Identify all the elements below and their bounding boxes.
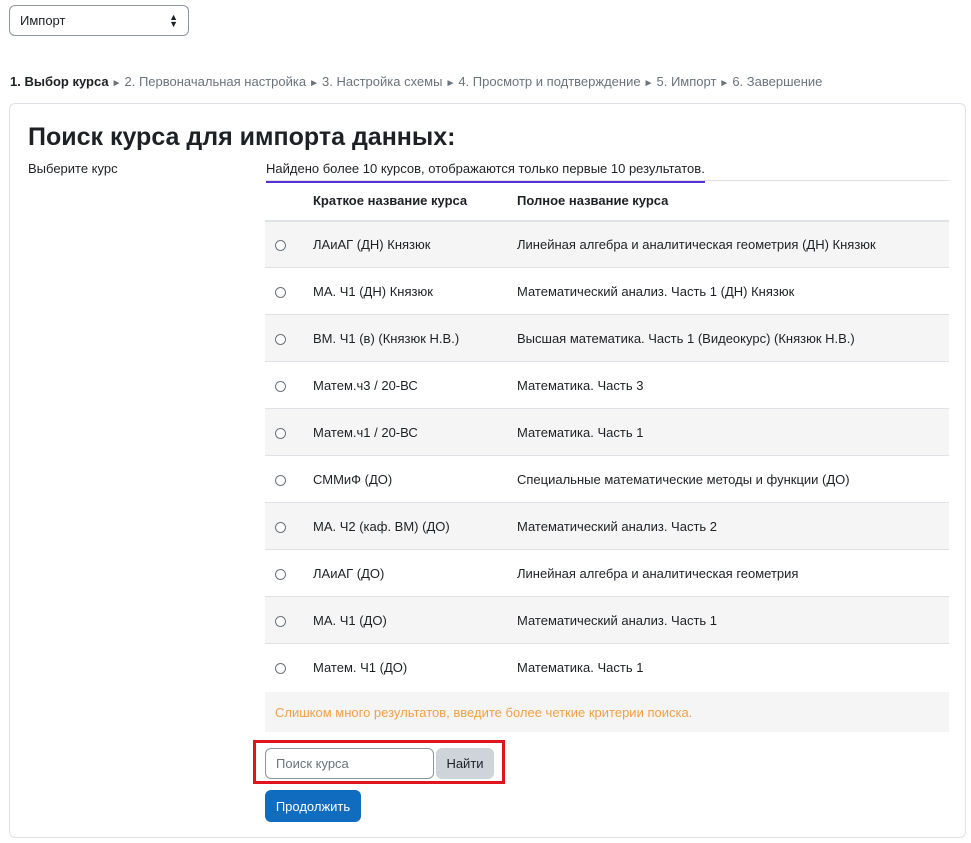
step-arrow-icon: ►: [643, 78, 654, 89]
row-short-name: Матем. Ч1 (ДО): [313, 643, 517, 691]
row-short-name: ВМ. Ч1 (в) (Князюк Н.В.): [313, 314, 517, 362]
step-arrow-icon: ►: [309, 78, 319, 89]
row-full-name: Специальные математические методы и функ…: [517, 455, 949, 503]
step-arrow-icon: ►: [111, 78, 122, 89]
row-short-name: ЛАиАГ (ДН) Князюк: [313, 220, 517, 268]
table-row: Матем.ч1 / 20-ВС Математика. Часть 1: [265, 408, 949, 456]
panel-title: Поиск курса для импорта данных:: [28, 123, 456, 151]
header-select-column: [265, 180, 313, 222]
course-radio[interactable]: [275, 615, 286, 627]
import-select[interactable]: Импорт ▲ ▼: [9, 5, 189, 36]
select-course-label: Выберите курс: [28, 161, 118, 176]
row-short-name: Матем.ч3 / 20-ВС: [313, 361, 517, 409]
row-select-cell: [265, 220, 313, 268]
select-caret-icon: ▲ ▼: [169, 11, 178, 29]
row-short-name: СММиФ (ДО): [313, 455, 517, 503]
row-short-name: МА. Ч1 (ДН) Князюк: [313, 267, 517, 315]
search-area-highlight: Найти: [253, 740, 505, 784]
row-select-cell: [265, 643, 313, 691]
too-many-results-warning: Слишком много результатов, введите более…: [265, 692, 949, 732]
row-full-name: Математический анализ. Часть 1: [517, 596, 949, 644]
table-row: Матем. Ч1 (ДО) Математика. Часть 1: [265, 643, 949, 691]
step-item: 3. Настройка схемы: [322, 74, 443, 89]
course-radio[interactable]: [275, 333, 286, 345]
row-short-name: ЛАиАГ (ДО): [313, 549, 517, 597]
continue-button[interactable]: Продолжить: [265, 790, 361, 822]
row-select-cell: [265, 549, 313, 597]
step-item: 5. Импорт: [656, 74, 717, 89]
import-select-value: Импорт: [20, 13, 66, 28]
row-select-cell: [265, 596, 313, 644]
row-full-name: Математика. Часть 1: [517, 643, 949, 691]
step-item: 2. Первоначальная настройка: [124, 74, 307, 89]
table-row: Матем.ч3 / 20-ВС Математика. Часть 3: [265, 361, 949, 409]
row-full-name: Линейная алгебра и аналитическая геометр…: [517, 220, 949, 268]
step-item: 1. Выбор курса: [10, 74, 109, 89]
row-select-cell: [265, 361, 313, 409]
row-full-name: Высшая математика. Часть 1 (Видеокурс) (…: [517, 314, 949, 362]
course-radio[interactable]: [275, 286, 286, 298]
row-select-cell: [265, 455, 313, 503]
course-radio[interactable]: [275, 474, 286, 486]
row-full-name: Линейная алгебра и аналитическая геометр…: [517, 549, 949, 597]
course-search-panel: Поиск курса для импорта данных: Выберите…: [9, 103, 966, 838]
table-row: СММиФ (ДО) Специальные математические мет…: [265, 455, 949, 503]
row-full-name: Математика. Часть 1: [517, 408, 949, 456]
row-full-name: Математический анализ. Часть 2: [517, 502, 949, 550]
table-row: МА. Ч1 (ДН) Князюк Математический анализ.…: [265, 267, 949, 315]
course-radio[interactable]: [275, 427, 286, 439]
table-row: МА. Ч1 (ДО) Математический анализ. Часть …: [265, 596, 949, 644]
course-radio[interactable]: [275, 662, 286, 674]
table-row: МА. Ч2 (каф. ВМ) (ДО) Математический анал…: [265, 502, 949, 550]
row-short-name: МА. Ч2 (каф. ВМ) (ДО): [313, 502, 517, 550]
table-row: ЛАиАГ (ДО) Линейная алгебра и аналитическ…: [265, 549, 949, 597]
row-select-cell: [265, 267, 313, 315]
header-full-name: Полное название курса: [517, 180, 949, 222]
course-table: Краткое название курса Полное название к…: [265, 180, 949, 691]
row-full-name: Математика. Часть 3: [517, 361, 949, 409]
course-search-input[interactable]: [265, 748, 434, 779]
row-select-cell: [265, 408, 313, 456]
search-button[interactable]: Найти: [436, 748, 494, 779]
table-row: ЛАиАГ (ДН) Князюк Линейная алгебра и анал…: [265, 220, 949, 268]
course-radio[interactable]: [275, 521, 286, 533]
header-short-name: Краткое название курса: [313, 180, 517, 222]
step-item: 6. Завершение: [732, 74, 823, 89]
step-item: 4. Просмотр и подтверждение: [458, 74, 641, 89]
row-select-cell: [265, 314, 313, 362]
row-select-cell: [265, 502, 313, 550]
course-radio[interactable]: [275, 380, 286, 392]
course-radio[interactable]: [275, 568, 286, 580]
course-radio[interactable]: [275, 239, 286, 251]
import-steps: 1. Выбор курса ► 2. Первоначальная настрой…: [10, 74, 822, 89]
step-arrow-icon: ►: [719, 78, 730, 89]
table-row: ВМ. Ч1 (в) (Князюк Н.В.) Высшая математик…: [265, 314, 949, 362]
table-header-row: Краткое название курса Полное название к…: [265, 180, 949, 222]
step-arrow-icon: ►: [445, 78, 456, 89]
row-full-name: Математический анализ. Часть 1 (ДН) Княз…: [517, 267, 949, 315]
row-short-name: Матем.ч1 / 20-ВС: [313, 408, 517, 456]
row-short-name: МА. Ч1 (ДО): [313, 596, 517, 644]
